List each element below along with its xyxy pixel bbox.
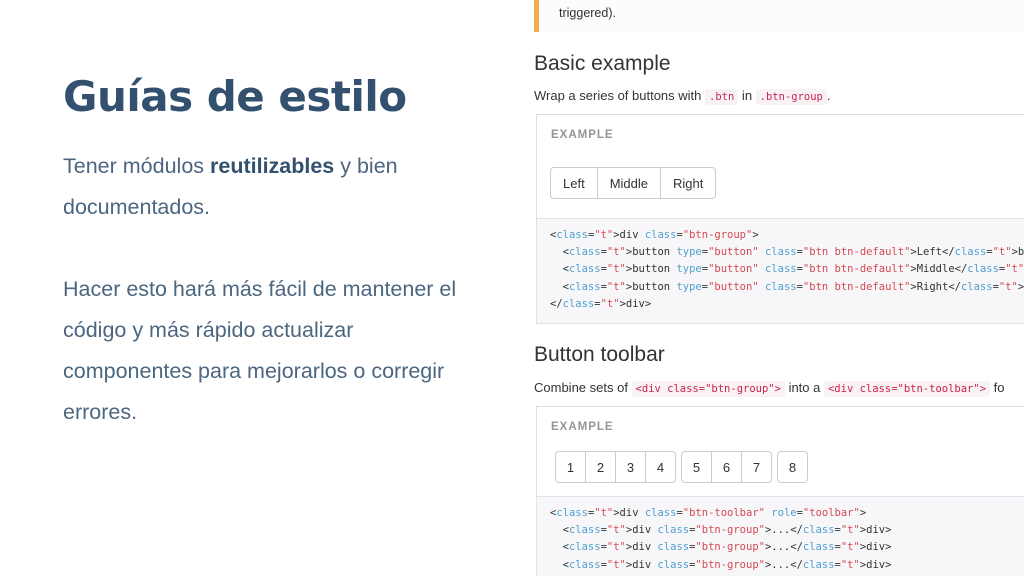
btn-middle[interactable]: Middle — [596, 167, 661, 199]
inline-code: <div class="btn-group"> — [631, 381, 785, 397]
code-line: <class="t">button type="button" class="b… — [550, 246, 1024, 259]
code-line: <class="t">div class="btn-toolbar" role=… — [550, 507, 867, 519]
warning-callout: triggered). — [534, 0, 1024, 32]
basic-example-heading: Basic example — [534, 52, 671, 75]
toolbar-group-1: 1234 — [555, 451, 676, 483]
button-toolbar-lead: Combine sets of <div class="btn-group"> … — [534, 380, 1005, 397]
paragraph-maintenance: Hacer esto hará más fácil de mantener el… — [63, 277, 457, 424]
basic-example-box: EXAMPLE Left Middle Right — [536, 114, 1024, 220]
code-line: <class="t">button type="button" class="b… — [550, 280, 1024, 293]
code-line: <class="t">div class="btn-group">...</cl… — [550, 558, 892, 571]
basic-example-lead: Wrap a series of buttons with .btn in .b… — [534, 88, 831, 105]
inline-code: <div class="btn-toolbar"> — [823, 381, 991, 397]
toolbar-button-6[interactable]: 6 — [711, 451, 742, 483]
toolbar-button-1[interactable]: 1 — [555, 451, 586, 483]
button-toolbar: 12345678 — [555, 451, 808, 483]
slide-title: Guías de estilo — [63, 72, 407, 121]
toolbar-button-5[interactable]: 5 — [681, 451, 712, 483]
lead-text: Wrap a series of buttons with — [534, 88, 706, 103]
toolbar-group-3: 8 — [777, 451, 808, 483]
p1-emphasis: reutilizables — [210, 154, 335, 178]
btn-left[interactable]: Left — [550, 167, 598, 199]
toolbar-button-4[interactable]: 4 — [645, 451, 676, 483]
code-line: <class="t">div class="btn-group">...</cl… — [550, 524, 892, 537]
example-label: EXAMPLE — [551, 421, 614, 433]
example-label: EXAMPLE — [551, 129, 614, 141]
toolbar-code-block: <class="t">div class="btn-toolbar" role=… — [536, 496, 1024, 576]
button-toolbar-heading: Button toolbar — [534, 343, 665, 366]
code-line: <class="t">button type="button" class="b… — [550, 263, 1024, 276]
toolbar-button-8[interactable]: 8 — [777, 451, 808, 483]
code-line: </class="t">div> — [550, 297, 652, 310]
docs-screenshot: triggered). Basic example Wrap a series … — [514, 0, 1024, 576]
toolbar-group-2: 567 — [681, 451, 772, 483]
slide-body: Tener módulos reutilizables y bien docum… — [63, 146, 483, 433]
basic-button-group: Left Middle Right — [550, 167, 717, 199]
paragraph-reusable: Tener módulos reutilizables y bien docum… — [63, 146, 483, 228]
lead-text: in — [738, 88, 756, 103]
callout-text: triggered). — [559, 6, 616, 20]
lead-text: . — [826, 88, 831, 103]
toolbar-button-2[interactable]: 2 — [585, 451, 616, 483]
p1-text-start: Tener módulos — [63, 154, 210, 178]
btn-right[interactable]: Right — [659, 167, 717, 199]
toolbar-example-box: EXAMPLE 12345678 — [536, 406, 1024, 498]
inline-code: .btn-group — [755, 89, 827, 105]
code-line: <class="t">div class="btn-group"> — [550, 229, 759, 241]
inline-code: .btn — [705, 89, 739, 105]
lead-text: fo — [990, 380, 1005, 395]
basic-code-block: <class="t">div class="btn-group"> <class… — [536, 218, 1024, 324]
toolbar-button-7[interactable]: 7 — [741, 451, 772, 483]
lead-text: Combine sets of — [534, 380, 632, 395]
toolbar-button-3[interactable]: 3 — [615, 451, 646, 483]
code-line: <class="t">div class="btn-group">...</cl… — [550, 541, 892, 554]
lead-text: into a — [784, 380, 824, 395]
